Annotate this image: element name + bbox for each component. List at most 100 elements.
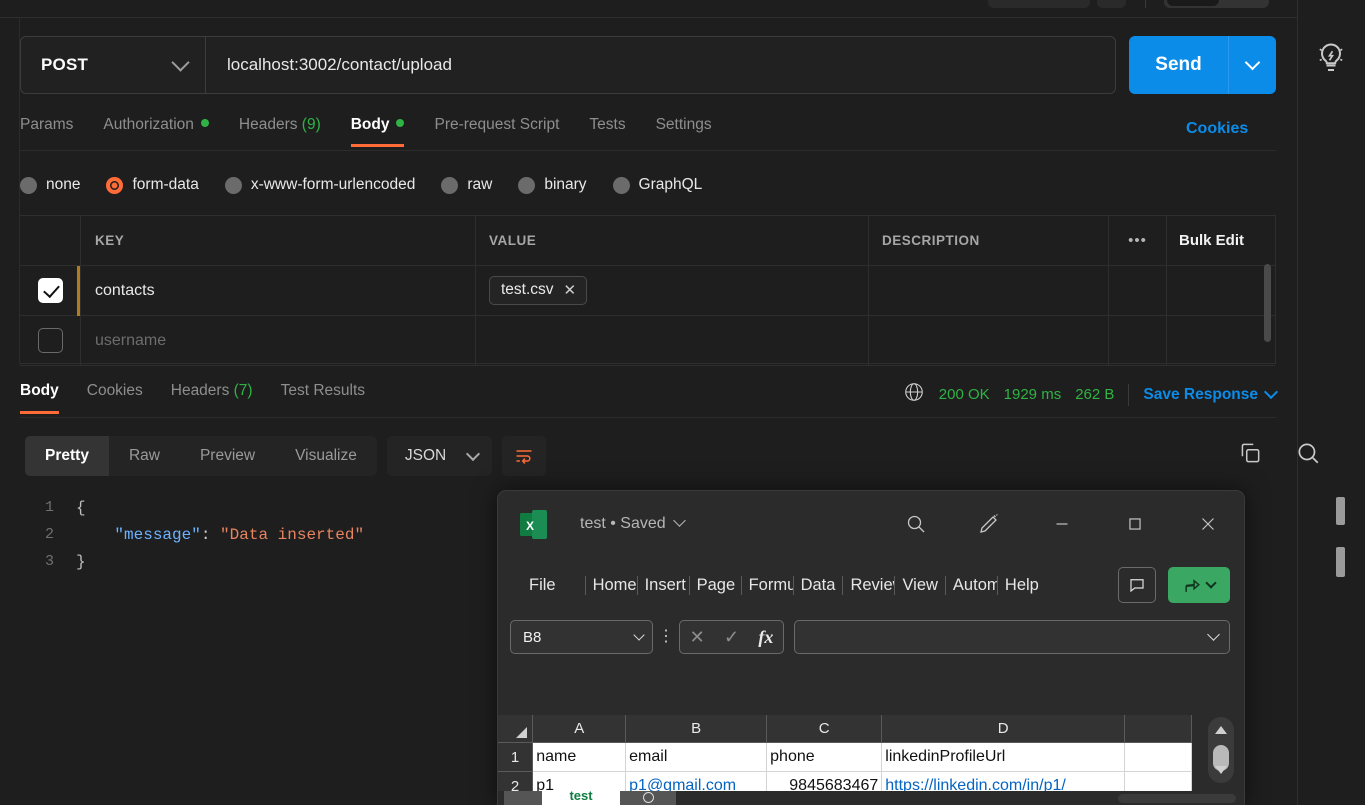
body-type-raw[interactable]: raw xyxy=(441,176,492,194)
excel-tab-insert[interactable]: Insert xyxy=(636,575,689,595)
key-cell[interactable]: username xyxy=(81,316,476,365)
excel-tab-review[interactable]: Review xyxy=(842,575,894,595)
excel-vertical-scrollbar[interactable] xyxy=(1208,717,1234,783)
close-button[interactable] xyxy=(1171,491,1244,557)
response-scrollbar-thumb-2[interactable] xyxy=(1336,547,1345,577)
description-cell[interactable] xyxy=(869,316,1109,365)
name-box[interactable]: B8 xyxy=(510,620,653,654)
key-cell[interactable]: contacts xyxy=(81,266,476,315)
chevron-down-icon[interactable] xyxy=(1263,384,1279,400)
request-tab-headers[interactable]: Headers (9) xyxy=(239,111,321,147)
formula-bar-options-icon[interactable]: ⋮ xyxy=(653,629,679,645)
response-tab-test-results[interactable]: Test Results xyxy=(281,378,365,414)
cell[interactable]: email xyxy=(626,743,768,772)
bulk-edit-button[interactable]: Bulk Edit xyxy=(1167,216,1275,265)
sheet-nav-buttons[interactable] xyxy=(504,791,542,805)
wrap-lines-button[interactable] xyxy=(502,436,547,476)
add-sheet-button[interactable] xyxy=(620,791,676,805)
maximize-button[interactable] xyxy=(1098,491,1171,557)
minimize-button[interactable] xyxy=(1025,491,1098,557)
view-mode-raw[interactable]: Raw xyxy=(109,436,180,476)
body-type-form-data[interactable]: form-data xyxy=(106,176,199,194)
cell[interactable]: linkedinProfileUrl xyxy=(882,743,1125,772)
scroll-down-arrow-icon[interactable] xyxy=(1215,766,1227,774)
remove-file-icon[interactable]: ✕ xyxy=(564,281,577,299)
sheet-tab[interactable]: test xyxy=(542,789,620,805)
request-tab-settings[interactable]: Settings xyxy=(656,111,712,147)
body-type-x-www-form-urlencoded[interactable]: x-www-form-urlencoded xyxy=(224,176,415,194)
response-tab-cookies[interactable]: Cookies xyxy=(87,378,143,414)
request-tab-pre-request-script[interactable]: Pre-request Script xyxy=(434,111,559,147)
table-row[interactable]: username xyxy=(20,316,1275,366)
excel-tab-home[interactable]: Home xyxy=(584,575,637,595)
excel-tab-help[interactable]: Help xyxy=(996,575,1046,595)
url-input[interactable]: localhost:3002/contact/upload xyxy=(206,36,1116,94)
formula-input[interactable] xyxy=(794,620,1230,654)
body-type-binary[interactable]: binary xyxy=(518,176,587,194)
column-header-e[interactable] xyxy=(1125,715,1192,743)
excel-tab-data[interactable]: Data xyxy=(792,575,843,595)
format-selector[interactable]: JSON xyxy=(386,436,493,476)
response-scrollbar-thumb-1[interactable] xyxy=(1336,497,1345,525)
tab-label: Headers xyxy=(170,382,230,399)
more-options-icon: ••• xyxy=(1128,232,1147,249)
insert-function-icon[interactable]: fx xyxy=(758,627,773,648)
send-button[interactable]: Send xyxy=(1129,36,1228,94)
cancel-formula-icon[interactable]: ✕ xyxy=(690,627,705,648)
excel-document-title[interactable]: test • Saved xyxy=(580,514,686,533)
body-type-none[interactable]: none xyxy=(20,176,80,194)
scroll-up-arrow-icon[interactable] xyxy=(1215,726,1227,734)
copy-icon[interactable] xyxy=(1237,440,1263,471)
method-selector[interactable]: POST xyxy=(20,36,206,94)
response-tab-headers[interactable]: Headers (7) xyxy=(171,378,253,414)
table-scrollbar[interactable] xyxy=(1264,264,1271,342)
column-header-D[interactable]: D xyxy=(882,715,1126,743)
excel-pen-icon[interactable] xyxy=(952,491,1025,557)
view-mode-visualize[interactable]: Visualize xyxy=(275,436,377,476)
excel-window-controls xyxy=(879,491,1244,557)
share-button[interactable] xyxy=(1168,567,1230,603)
lightbulb-icon[interactable] xyxy=(1313,40,1349,76)
excel-tab-view[interactable]: View xyxy=(894,575,944,595)
request-tab-tests[interactable]: Tests xyxy=(589,111,625,147)
column-header-B[interactable]: B xyxy=(626,715,768,743)
horizontal-scrollbar[interactable] xyxy=(1118,793,1236,803)
file-chip[interactable]: test.csv ✕ xyxy=(489,276,588,305)
cell[interactable]: name xyxy=(533,743,627,772)
cell[interactable]: phone xyxy=(767,743,883,772)
body-type-GraphQL[interactable]: GraphQL xyxy=(612,176,702,194)
row-header[interactable]: 1 xyxy=(498,743,534,772)
excel-tab-formu[interactable]: Formu xyxy=(740,575,793,595)
table-options-button[interactable]: ••• xyxy=(1109,216,1167,265)
request-tab-params[interactable]: Params xyxy=(20,111,73,147)
table-row[interactable]: contacts test.csv ✕ xyxy=(20,266,1275,316)
save-response-button[interactable]: Save Response xyxy=(1143,386,1258,404)
description-cell[interactable] xyxy=(869,266,1109,315)
row-checkbox[interactable] xyxy=(37,328,63,353)
column-header-A[interactable]: A xyxy=(533,715,627,743)
chevron-down-icon xyxy=(672,514,686,527)
request-tab-authorization[interactable]: Authorization xyxy=(103,111,209,147)
row-trailing-cell xyxy=(1167,316,1275,365)
request-tab-body[interactable]: Body xyxy=(350,111,405,147)
excel-tab-page-l[interactable]: Page L xyxy=(688,575,741,595)
send-options-button[interactable] xyxy=(1228,36,1276,94)
cell[interactable] xyxy=(1124,743,1192,772)
form-data-table: KEY VALUE DESCRIPTION ••• Bulk Edit cont… xyxy=(20,215,1276,366)
comments-button[interactable] xyxy=(1118,567,1156,603)
value-cell[interactable]: test.csv ✕ xyxy=(476,266,869,315)
excel-tab-file[interactable]: File xyxy=(522,576,563,595)
column-header-C[interactable]: C xyxy=(767,715,883,743)
excel-search-icon[interactable] xyxy=(879,491,952,557)
row-checkbox[interactable] xyxy=(37,278,63,303)
value-cell[interactable] xyxy=(476,316,869,365)
excel-tab-autom[interactable]: Autom xyxy=(944,575,997,595)
response-tab-body[interactable]: Body xyxy=(20,378,59,414)
cookies-link[interactable]: Cookies xyxy=(1186,120,1248,138)
view-mode-pretty[interactable]: Pretty xyxy=(25,436,109,476)
select-all-corner[interactable] xyxy=(498,715,534,743)
confirm-formula-icon[interactable]: ✓ xyxy=(724,627,739,648)
search-icon[interactable] xyxy=(1295,440,1321,471)
view-mode-preview[interactable]: Preview xyxy=(180,436,275,476)
